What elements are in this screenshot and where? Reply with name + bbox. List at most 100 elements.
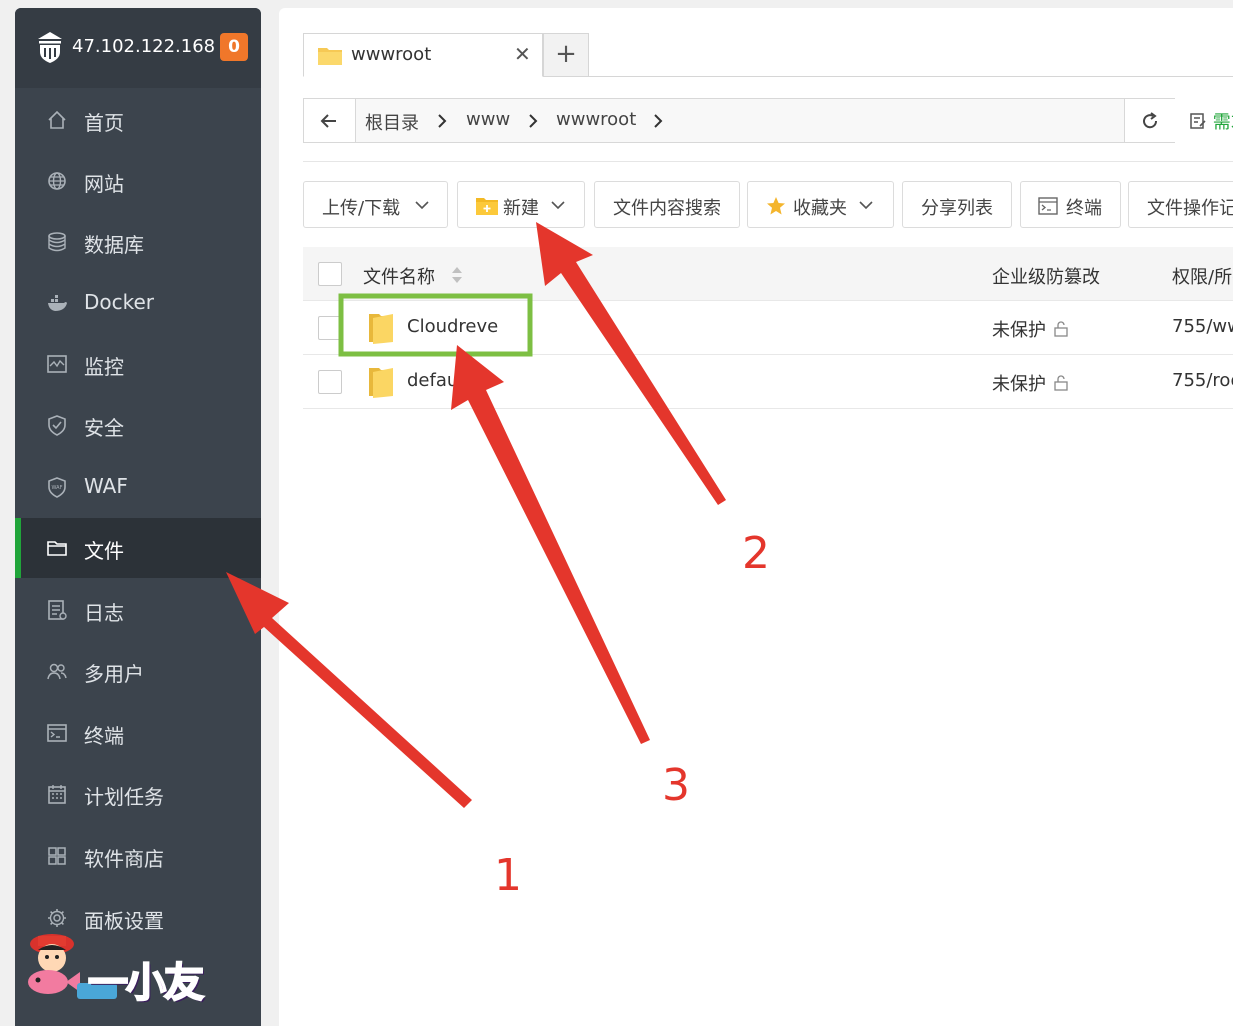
sidebar-item-label: 数据库 [84, 233, 144, 257]
file-name[interactable]: default [407, 370, 470, 391]
chevron-right-icon [438, 114, 447, 128]
terminal-button[interactable]: 终端 [1020, 181, 1121, 228]
shield-icon [48, 415, 66, 436]
add-tab-button[interactable]: + [543, 33, 589, 77]
sidebar-item-label: 安全 [84, 416, 124, 440]
waf-shield-icon: WAF [48, 477, 66, 498]
unlock-icon[interactable] [1053, 321, 1069, 337]
sidebar-item-security[interactable]: 安全 [15, 395, 261, 455]
sidebar-item-label: 计划任务 [84, 785, 164, 809]
sidebar-item-database[interactable]: 数据库 [15, 212, 261, 272]
folder-icon [369, 314, 393, 344]
permission[interactable]: 755/root [1172, 370, 1233, 391]
gear-icon [48, 909, 66, 927]
server-header: 47.102.122.168 0 [15, 8, 261, 88]
sidebar-item-files[interactable]: 文件 [15, 518, 261, 578]
terminal-label: 终端 [1066, 198, 1102, 219]
favorites-button[interactable]: 收藏夹 [747, 181, 894, 228]
new-label: 新建 [503, 198, 539, 219]
path-bar[interactable]: 根目录 www wwwroot [303, 98, 1175, 143]
sidebar-item-cron[interactable]: 计划任务 [15, 764, 261, 824]
annotation-number-3: 3 [662, 760, 690, 811]
tab-label: wwwroot [351, 44, 432, 65]
upload-download-label: 上传/下载 [322, 198, 401, 219]
chevron-down-icon [859, 201, 873, 210]
sidebar-item-label: 终端 [84, 724, 124, 748]
globe-icon [48, 172, 66, 190]
refresh-icon [1143, 112, 1158, 129]
unlock-icon[interactable] [1053, 375, 1069, 391]
annotation-number-2: 2 [742, 528, 770, 579]
docker-icon [48, 295, 67, 311]
star-icon [767, 197, 785, 215]
home-icon [48, 110, 66, 129]
row-checkbox[interactable] [318, 316, 342, 340]
sidebar-item-home[interactable]: 首页 [15, 90, 261, 150]
sidebar-item-label: 首页 [84, 111, 124, 135]
sidebar-item-label: 日志 [84, 601, 124, 625]
sidebar-item-label: WAF [84, 474, 128, 498]
new-folder-icon [476, 198, 498, 215]
chevron-down-icon [551, 201, 565, 210]
sidebar-item-label: 多用户 [84, 662, 144, 686]
new-button[interactable]: 新建 [457, 181, 585, 228]
sidebar-item-label: 监控 [84, 355, 124, 379]
log-icon [48, 600, 67, 620]
table-row[interactable]: Cloudreve 未保护 755/www [303, 301, 1233, 355]
requirements-link[interactable]: 需求 [1189, 108, 1233, 134]
watermark-text: 一小友 [87, 959, 205, 1007]
sidebar-item-waf[interactable]: WAF WAF [15, 457, 261, 517]
protect-status: 未保护 [992, 374, 1046, 395]
breadcrumb-wwwroot[interactable]: wwwroot [556, 109, 636, 130]
arrow-left-icon [320, 114, 336, 128]
content-search-label: 文件内容搜索 [613, 198, 721, 219]
permission[interactable]: 755/www [1172, 316, 1233, 337]
divider [303, 161, 1233, 162]
requirements-label: 需求 [1212, 112, 1233, 133]
refresh-button[interactable] [1124, 99, 1175, 142]
svg-text:WAF: WAF [52, 485, 63, 491]
sidebar-item-docker[interactable]: Docker [15, 273, 261, 333]
back-button[interactable] [304, 99, 356, 142]
row-checkbox[interactable] [318, 370, 342, 394]
col-permission[interactable]: 权限/所有者 [1172, 263, 1233, 289]
col-tamper[interactable]: 企业级防篡改 [992, 263, 1100, 289]
share-list-button[interactable]: 分享列表 [902, 181, 1012, 228]
table-row[interactable]: default 未保护 755/root [303, 355, 1233, 409]
content-search-button[interactable]: 文件内容搜索 [594, 181, 740, 228]
upload-download-button[interactable]: 上传/下载 [303, 181, 448, 228]
file-name[interactable]: Cloudreve [407, 316, 498, 337]
sidebar-item-label: 网站 [84, 172, 124, 196]
breadcrumb-root[interactable]: 根目录 [365, 109, 419, 135]
sidebar-item-terminal[interactable]: 终端 [15, 703, 261, 763]
select-all-checkbox[interactable] [318, 262, 342, 286]
sidebar-item-monitor[interactable]: 监控 [15, 334, 261, 394]
col-filename[interactable]: 文件名称 [363, 263, 435, 289]
close-icon[interactable]: ✕ [514, 42, 531, 66]
sort-icon[interactable] [450, 265, 464, 285]
terminal-icon [47, 724, 67, 742]
file-manager-content: wwwroot ✕ + 根目录 www wwwroot 需求 上传/下载 [279, 0, 1233, 1026]
monitor-icon [47, 355, 67, 373]
sidebar-item-website[interactable]: 网站 [15, 151, 261, 211]
sidebar-item-logs[interactable]: 日志 [15, 580, 261, 640]
sidebar-item-appstore[interactable]: 软件商店 [15, 826, 261, 886]
notification-badge[interactable]: 0 [220, 33, 248, 61]
sidebar-item-users[interactable]: 多用户 [15, 641, 261, 701]
database-icon [48, 232, 66, 252]
chevron-right-icon [654, 114, 663, 128]
chevron-right-icon [529, 114, 538, 128]
folder-icon [47, 541, 67, 556]
tab-wwwroot[interactable]: wwwroot ✕ [303, 33, 543, 77]
protect-status: 未保护 [992, 320, 1046, 341]
sidebar-item-label: 软件商店 [84, 847, 164, 871]
operation-log-label: 文件操作记录 [1147, 198, 1233, 219]
users-icon [47, 663, 67, 680]
operation-log-button[interactable]: 文件操作记录 [1128, 181, 1233, 228]
annotation-number-1: 1 [494, 850, 522, 901]
breadcrumb-www[interactable]: www [466, 109, 510, 130]
folder-icon [369, 368, 393, 398]
sidebar: 47.102.122.168 0 首页 网站 数据库 Docker 监控 安全 … [15, 8, 261, 1026]
table-header: 文件名称 企业级防篡改 权限/所有者 [303, 247, 1233, 301]
chevron-down-icon [415, 201, 429, 210]
